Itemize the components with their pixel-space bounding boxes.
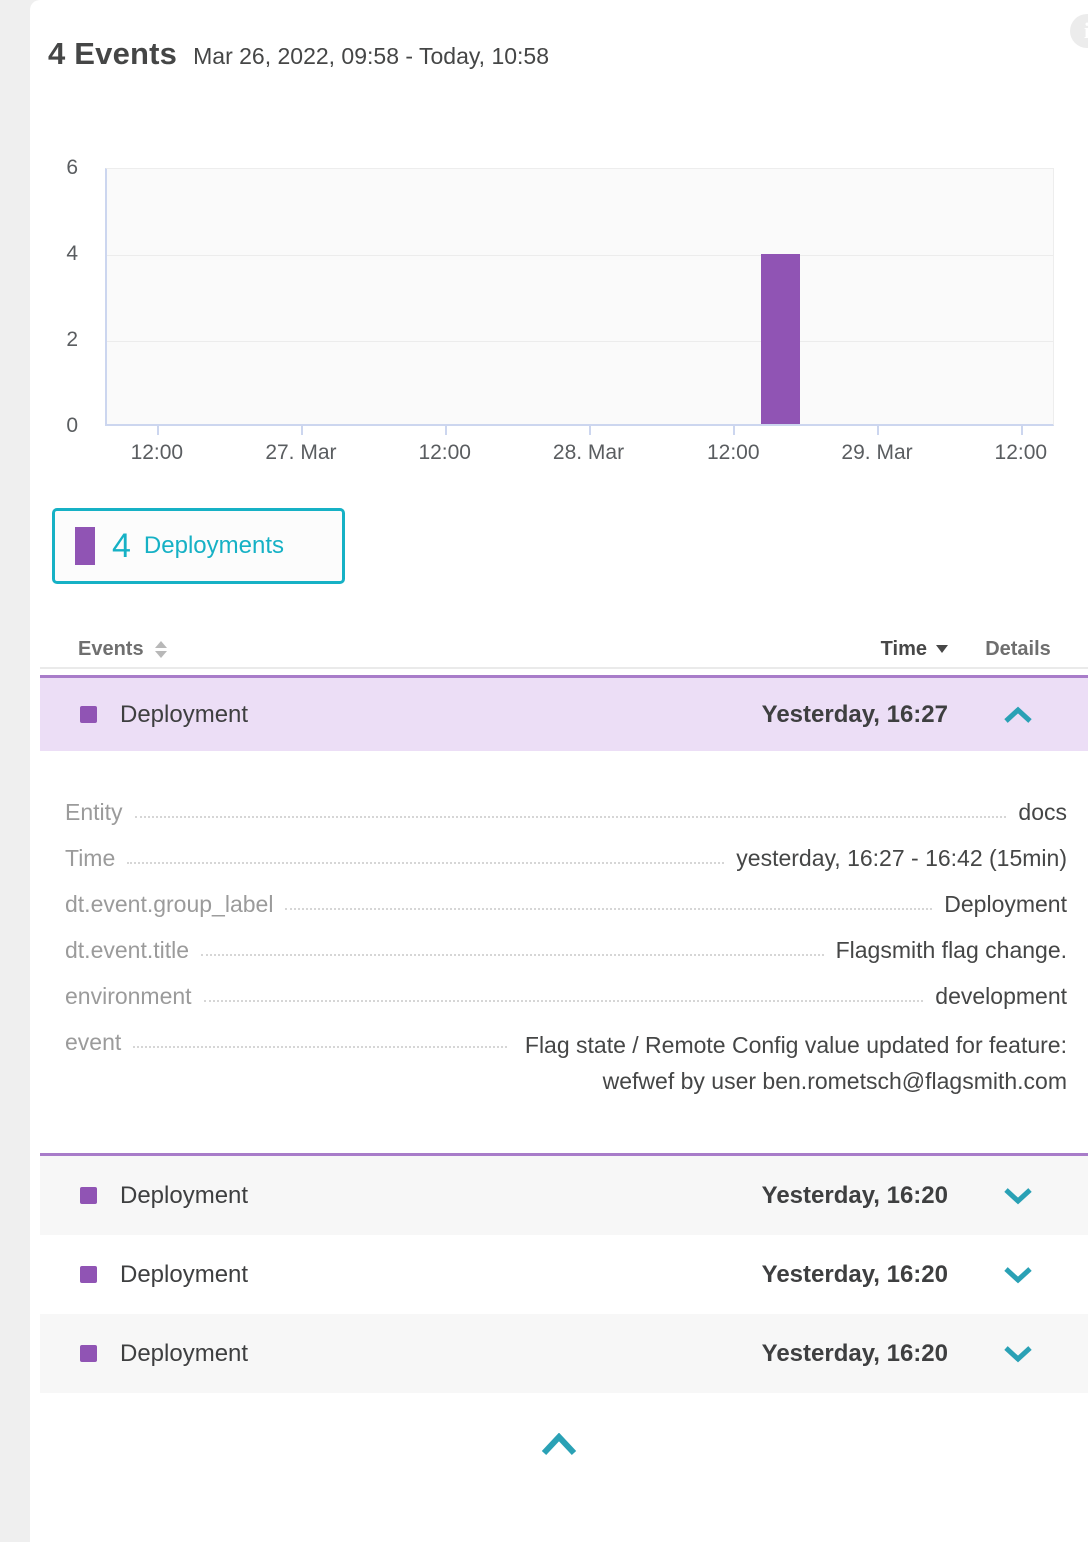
x-axis-tick [445, 426, 447, 435]
legend-deployments-toggle[interactable]: 4 Deployments [52, 508, 345, 584]
legend-count: 4 [112, 527, 131, 566]
detail-row: event Flag state / Remote Config value u… [65, 1027, 1067, 1099]
y-axis-tick-label: 2 [30, 327, 78, 353]
deployment-square-icon [80, 706, 97, 723]
dotted-leader [135, 797, 1007, 818]
event-time: Yesterday, 16:20 [762, 1340, 948, 1368]
x-axis-tick-label: 27. Mar [265, 441, 336, 465]
event-type: Deployment [120, 701, 762, 729]
x-axis-tick [157, 426, 159, 435]
events-chart: 6 4 2 0 12:00 27. Mar 12:00 28. Mar 12:0… [30, 168, 1088, 478]
column-header-time[interactable]: Time [881, 638, 948, 661]
x-axis-tick-label: 12:00 [131, 441, 184, 465]
gridline [107, 341, 1053, 342]
chevron-down-icon[interactable] [1002, 1266, 1034, 1284]
detail-label: dt.event.group_label [65, 889, 273, 919]
timeframe-label: Mar 26, 2022, 09:58 - Today, 10:58 [193, 43, 549, 70]
detail-value: development [935, 981, 1067, 1011]
event-details-panel: Entity docs Time yesterday, 16:27 - 16:4… [40, 751, 1088, 1153]
x-axis-tick [301, 426, 303, 435]
dotted-leader [133, 1027, 507, 1048]
column-header-events[interactable]: Events [78, 638, 881, 661]
x-axis-tick-label: 12:00 [707, 441, 760, 465]
deployments-swatch-icon [75, 527, 95, 565]
gridline [107, 255, 1053, 256]
detail-label: event [65, 1027, 121, 1057]
detail-value: Flagsmith flag change. [836, 935, 1067, 965]
dotted-leader [204, 981, 924, 1002]
x-axis-tick [589, 426, 591, 435]
x-axis-tick [877, 426, 879, 435]
x-axis-tick [733, 426, 735, 435]
x-axis-tick-label: 28. Mar [553, 441, 624, 465]
table-row[interactable]: Deployment Yesterday, 16:27 [40, 675, 1088, 751]
column-header-details: Details [948, 638, 1088, 661]
panel-header: 4 Events Mar 26, 2022, 09:58 - Today, 10… [30, 0, 1088, 72]
chevron-up-icon[interactable] [1002, 706, 1034, 724]
table-row[interactable]: Deployment Yesterday, 16:20 [40, 1314, 1088, 1393]
detail-value: yesterday, 16:27 - 16:42 (15min) [736, 843, 1067, 873]
dotted-leader [285, 889, 932, 910]
deployment-bar[interactable] [761, 254, 801, 424]
dotted-leader [201, 935, 824, 956]
y-axis-tick-label: 6 [30, 155, 78, 181]
events-panel: i 4 Events Mar 26, 2022, 09:58 - Today, … [30, 0, 1088, 1542]
chevron-up-icon [539, 1433, 579, 1457]
deployment-square-icon [80, 1187, 97, 1204]
dotted-leader [127, 843, 724, 864]
y-axis-tick-label: 4 [30, 241, 78, 267]
deployment-square-icon [80, 1266, 97, 1283]
detail-value: Flag state / Remote Config value updated… [519, 1027, 1067, 1099]
detail-value: Deployment [944, 889, 1067, 919]
detail-label: Time [65, 843, 115, 873]
chevron-down-icon[interactable] [1002, 1187, 1034, 1205]
table-header: Events Time Details [40, 631, 1088, 669]
collapse-panel-button[interactable] [537, 1433, 581, 1460]
event-time: Yesterday, 16:20 [762, 1182, 948, 1210]
page-title: 4 Events [48, 36, 177, 72]
detail-label: Entity [65, 797, 123, 827]
x-axis-tick [1021, 426, 1023, 435]
x-axis-tick-label: 29. Mar [841, 441, 912, 465]
chart-plot-area: 12:00 27. Mar 12:00 28. Mar 12:00 29. Ma… [105, 168, 1054, 426]
legend-label: Deployments [144, 532, 284, 560]
events-table: Events Time Details Deployment Yesterday… [40, 631, 1088, 1393]
detail-row: dt.event.title Flagsmith flag change. [65, 935, 1067, 965]
detail-value: docs [1018, 797, 1067, 827]
event-type: Deployment [120, 1340, 762, 1368]
table-row[interactable]: Deployment Yesterday, 16:20 [40, 1156, 1088, 1235]
event-time: Yesterday, 16:20 [762, 1261, 948, 1289]
sort-desc-icon [936, 645, 948, 653]
event-type: Deployment [120, 1182, 762, 1210]
event-time: Yesterday, 16:27 [762, 701, 948, 729]
x-axis-tick-label: 12:00 [995, 441, 1048, 465]
detail-label: dt.event.title [65, 935, 189, 965]
detail-row: Entity docs [65, 797, 1067, 827]
event-type: Deployment [120, 1261, 762, 1289]
sort-arrows-icon [155, 641, 167, 658]
detail-row: Time yesterday, 16:27 - 16:42 (15min) [65, 843, 1067, 873]
detail-row: dt.event.group_label Deployment [65, 889, 1067, 919]
deployment-square-icon [80, 1345, 97, 1362]
chevron-down-icon[interactable] [1002, 1345, 1034, 1363]
detail-label: environment [65, 981, 192, 1011]
detail-row: environment development [65, 981, 1067, 1011]
y-axis-tick-label: 0 [30, 413, 78, 439]
x-axis-tick-label: 12:00 [418, 441, 471, 465]
table-row[interactable]: Deployment Yesterday, 16:20 [40, 1235, 1088, 1314]
